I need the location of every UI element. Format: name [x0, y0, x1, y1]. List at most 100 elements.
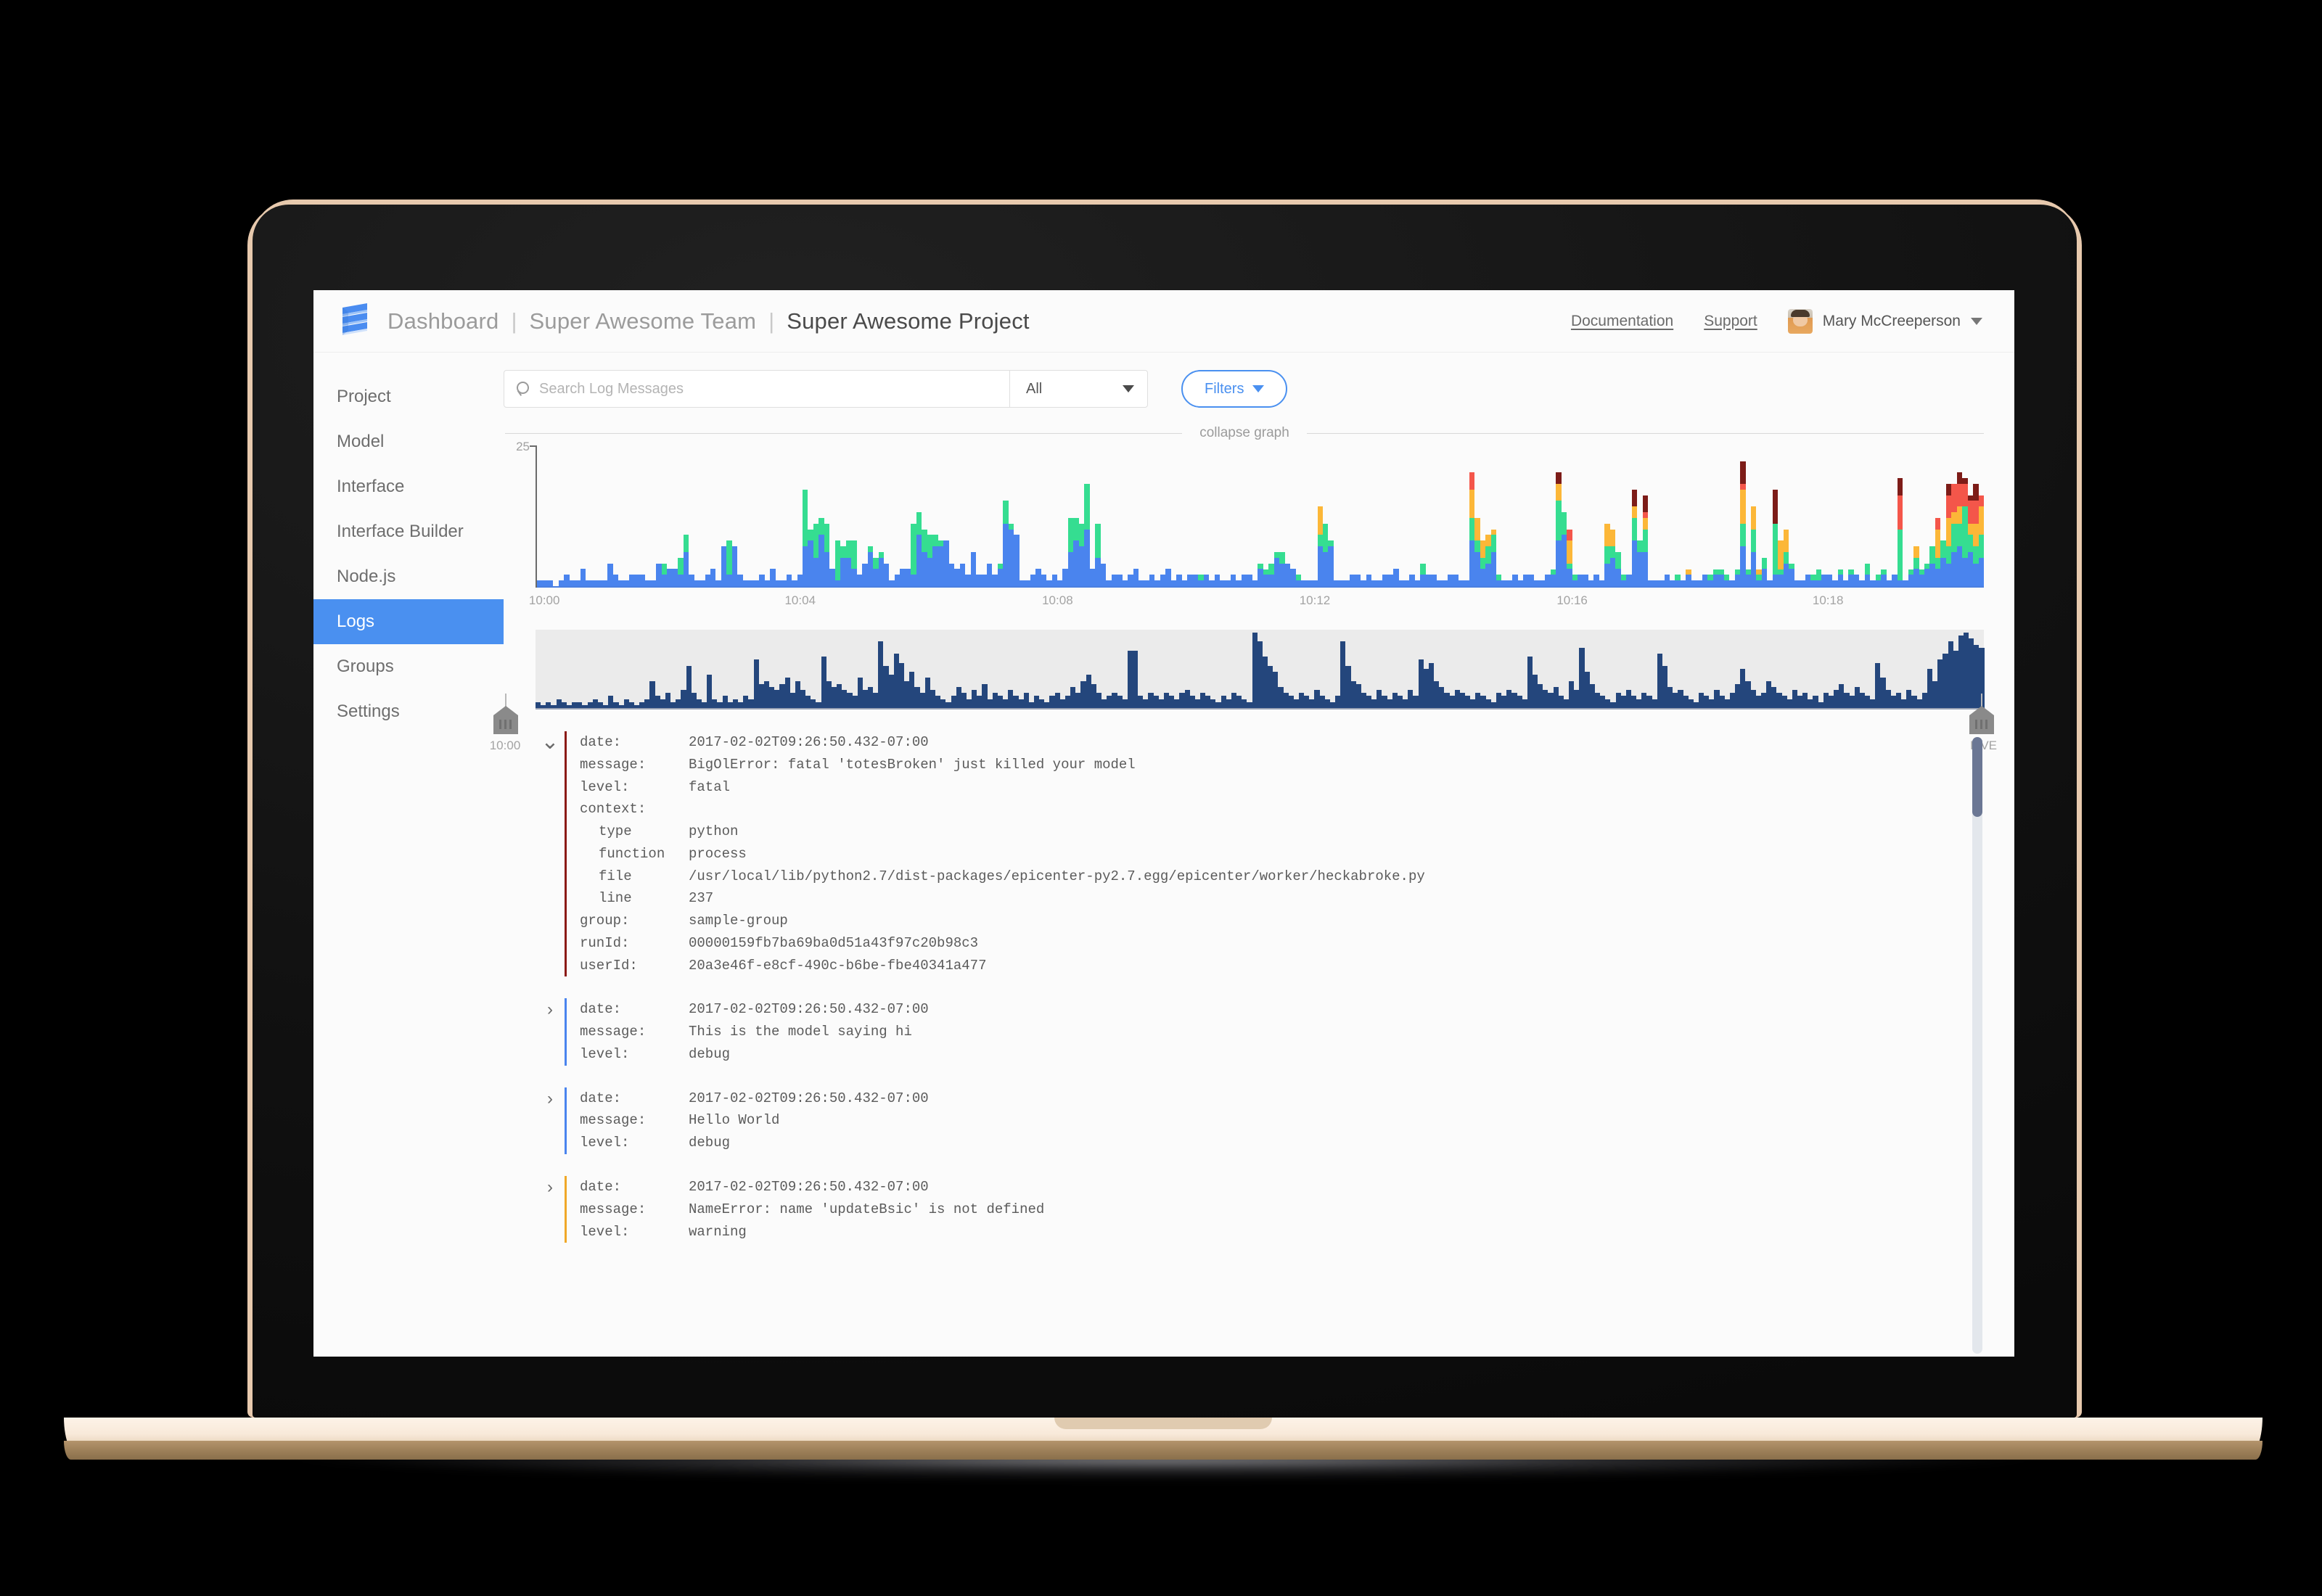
chevron-right-icon[interactable]: › [536, 998, 565, 1065]
histogram-bar[interactable] [905, 569, 911, 586]
histogram-bar[interactable] [1057, 580, 1063, 586]
user-menu[interactable]: Mary McCreeperson [1787, 308, 1982, 334]
histogram-bar[interactable] [1414, 580, 1421, 586]
histogram-bar[interactable] [1723, 575, 1730, 586]
histogram-bar[interactable] [997, 563, 1004, 586]
histogram-bar[interactable] [1425, 575, 1432, 586]
histogram-bar[interactable] [1842, 580, 1849, 586]
histogram-bar[interactable] [1231, 575, 1236, 586]
histogram-bar[interactable] [1409, 575, 1415, 586]
histogram-bar[interactable] [1122, 580, 1128, 586]
histogram-bar[interactable] [1084, 483, 1090, 586]
histogram-bar[interactable] [1387, 575, 1394, 586]
histogram-bar[interactable] [1458, 580, 1464, 586]
histogram-bar[interactable] [986, 563, 993, 586]
histogram-bar[interactable] [1826, 575, 1833, 586]
histogram-bar[interactable] [596, 580, 602, 586]
histogram-bar[interactable] [1051, 575, 1057, 586]
histogram-bar[interactable] [1853, 575, 1860, 586]
histogram-bar[interactable] [1214, 575, 1221, 586]
histogram-bar[interactable] [862, 563, 868, 586]
histogram-bar[interactable] [1837, 569, 1843, 586]
histogram-bar[interactable] [1442, 580, 1448, 586]
minimap-bars[interactable] [536, 630, 1985, 709]
histogram-bar[interactable] [650, 580, 657, 586]
histogram-bar[interactable] [1740, 461, 1746, 586]
histogram-bar[interactable] [1604, 523, 1610, 586]
histogram-bar[interactable] [726, 540, 732, 586]
histogram-bar[interactable] [731, 546, 738, 586]
histogram-bar[interactable] [1268, 563, 1274, 586]
histogram-bar[interactable] [1637, 540, 1643, 586]
histogram-bar[interactable] [878, 551, 884, 586]
histogram-bar[interactable] [1967, 495, 1974, 586]
histogram-bar[interactable] [1783, 529, 1789, 586]
histogram-bar[interactable] [1078, 523, 1085, 586]
breadcrumb-team[interactable]: Super Awesome Team [530, 308, 757, 334]
sidebar-item-node-js[interactable]: Node.js [313, 554, 504, 599]
histogram-bar[interactable] [1545, 575, 1551, 586]
histogram-bar[interactable] [1864, 563, 1871, 586]
histogram-bar[interactable] [1772, 489, 1779, 586]
histogram-bar[interactable] [1550, 569, 1556, 586]
histogram-bar[interactable] [1539, 580, 1546, 586]
breadcrumb-project[interactable]: Super Awesome Project [787, 308, 1029, 334]
histogram-bar[interactable] [1312, 580, 1318, 586]
level-select[interactable]: All [1009, 371, 1147, 407]
histogram-bar[interactable] [1506, 580, 1513, 586]
histogram-bar[interactable] [672, 569, 678, 586]
histogram-bar[interactable] [1567, 529, 1572, 586]
histogram-bar[interactable] [1371, 580, 1377, 586]
histogram-bar[interactable] [943, 540, 949, 586]
histogram-bar[interactable] [1035, 569, 1041, 586]
histogram-bar[interactable] [1935, 517, 1941, 586]
histogram-bar[interactable] [1924, 563, 1930, 586]
histogram-bar[interactable] [1317, 506, 1323, 586]
histogram-bar[interactable] [1279, 551, 1285, 586]
histogram-bar[interactable] [1420, 563, 1426, 586]
histogram-bar[interactable] [1464, 580, 1469, 586]
search-input[interactable] [539, 380, 998, 398]
histogram-bar[interactable] [834, 540, 841, 586]
histogram-bar[interactable] [1908, 569, 1914, 586]
histogram-bar[interactable] [1664, 575, 1670, 586]
histogram-bar[interactable] [1220, 580, 1226, 586]
histogram-bar[interactable] [1648, 580, 1654, 586]
log-scrollbar[interactable] [1972, 737, 1982, 1354]
histogram-bar[interactable] [1729, 580, 1735, 586]
histogram-bar[interactable] [575, 580, 580, 586]
histogram-bar[interactable] [1203, 575, 1210, 586]
histogram-bar[interactable] [710, 569, 716, 586]
search-box[interactable] [504, 371, 1009, 407]
histogram-bar[interactable] [1832, 580, 1838, 586]
histogram-bar[interactable] [1181, 580, 1188, 586]
histogram-bar[interactable] [1144, 580, 1149, 586]
histogram-bar[interactable] [1041, 575, 1047, 586]
histogram-bar[interactable] [1599, 580, 1605, 586]
histogram-bar[interactable] [1290, 569, 1296, 586]
histogram-bar[interactable] [1561, 512, 1567, 586]
histogram-bar[interactable] [569, 580, 575, 586]
histogram-bar[interactable] [1111, 575, 1117, 586]
histogram-bar[interactable] [1187, 575, 1193, 586]
histogram-bar[interactable] [1095, 523, 1101, 586]
histogram-bar[interactable] [792, 580, 797, 586]
histogram-bar[interactable] [656, 563, 662, 586]
histogram-bar[interactable] [873, 557, 879, 586]
histogram-bar[interactable] [900, 569, 906, 586]
histogram-bar[interactable] [975, 575, 982, 586]
histogram-bar[interactable] [797, 575, 803, 586]
histogram-bar[interactable] [970, 551, 976, 586]
histogram-bar[interactable] [1160, 575, 1166, 586]
histogram-bar[interactable] [1892, 575, 1898, 586]
histogram-bar[interactable] [786, 575, 792, 586]
histogram-bar[interactable] [591, 580, 597, 586]
histogram-bar[interactable] [1940, 540, 1946, 586]
histogram-bar[interactable] [954, 569, 960, 586]
histogram-bar[interactable] [1686, 569, 1691, 586]
log-scrollbar-thumb[interactable] [1972, 737, 1982, 817]
histogram-bar[interactable] [537, 580, 543, 586]
histogram-bar[interactable] [1192, 575, 1199, 586]
histogram-bar[interactable] [1512, 575, 1518, 586]
histogram-bar[interactable] [689, 575, 694, 586]
